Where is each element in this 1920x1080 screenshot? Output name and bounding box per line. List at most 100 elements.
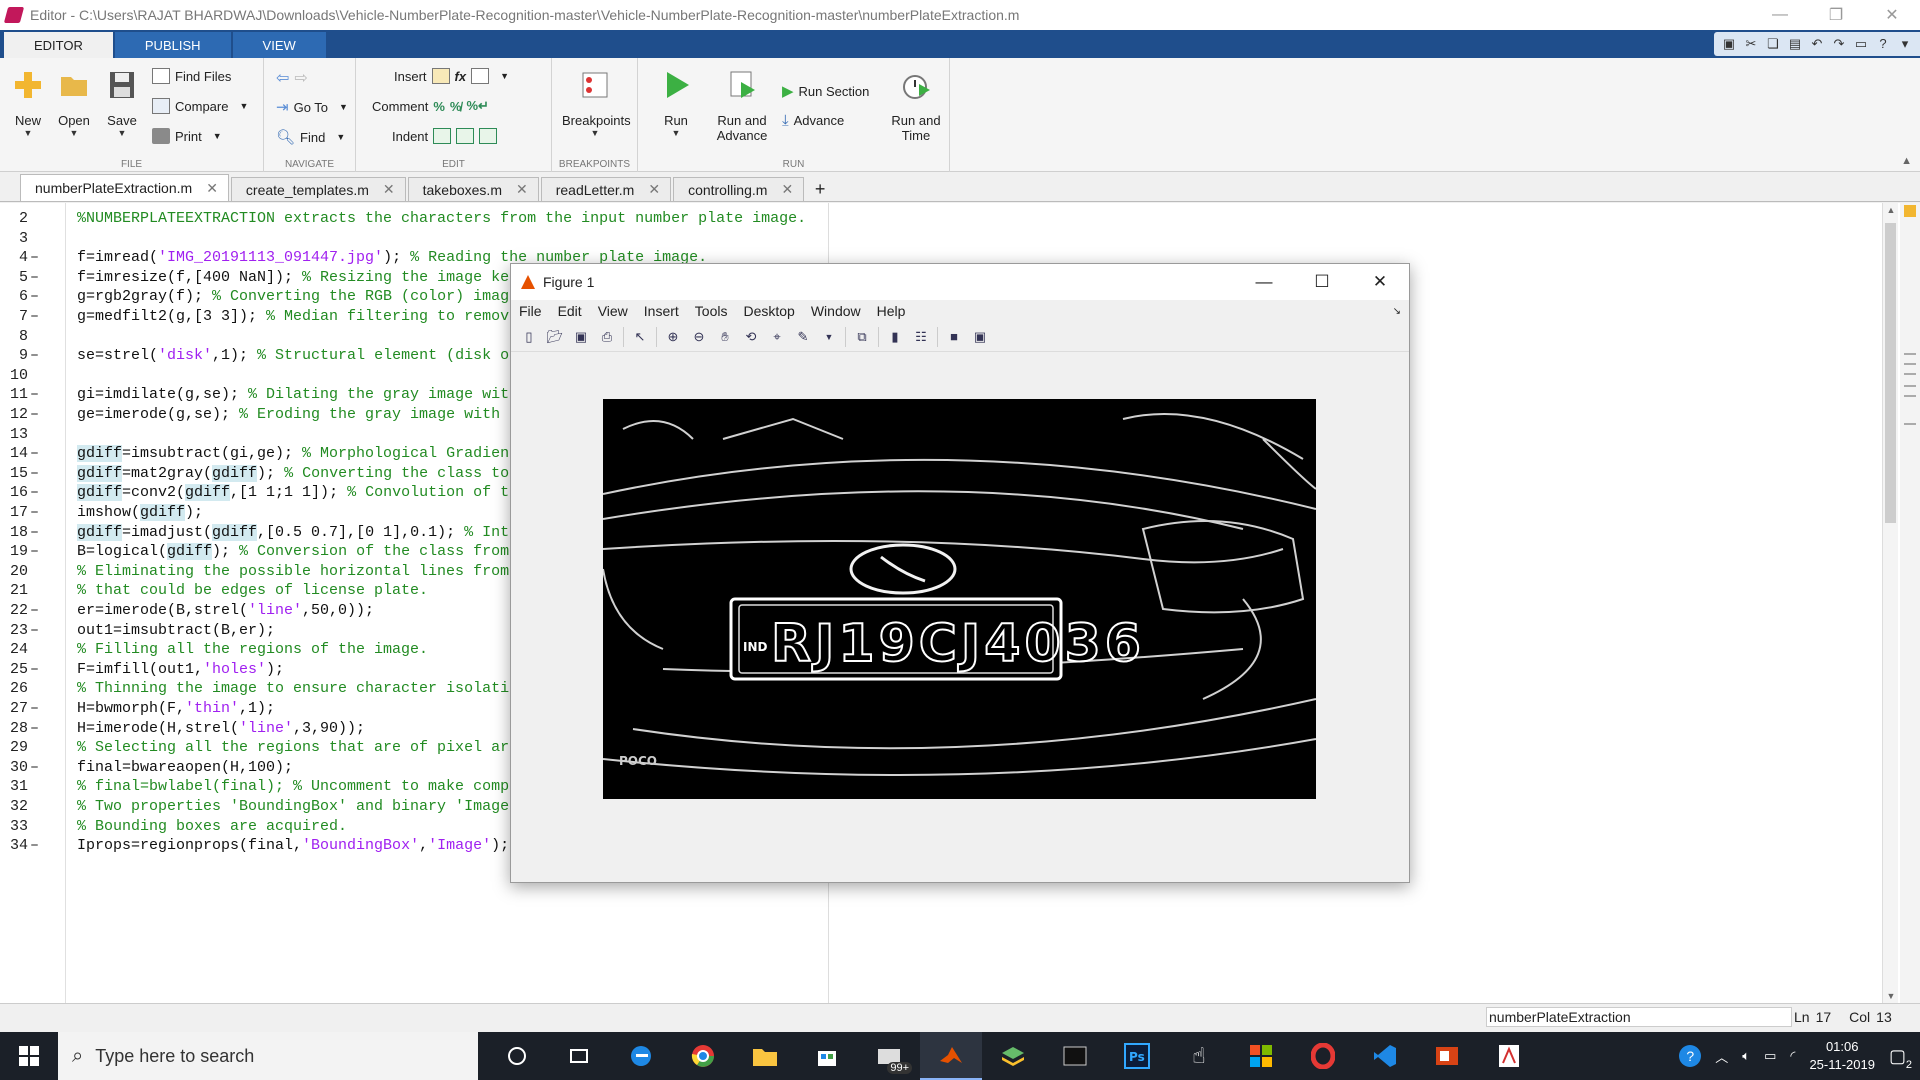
chrome-icon[interactable] <box>672 1032 734 1080</box>
command-prompt-icon[interactable] <box>1044 1032 1106 1080</box>
volume-icon[interactable]: 🔈︎ <box>1742 1048 1750 1064</box>
breakpoint-marker[interactable]: – <box>30 504 42 521</box>
breakpoint-marker[interactable]: – <box>30 406 42 423</box>
code-line[interactable]: % Bounding boxes are acquired. <box>77 818 347 835</box>
rotate-3d-icon[interactable]: ⟲ <box>741 327 761 347</box>
comment-button[interactable]: Comment % %̸ %↵ <box>372 98 489 114</box>
menu-help[interactable]: Help <box>877 303 906 319</box>
battery-icon[interactable]: ▭ <box>1764 1048 1776 1064</box>
undo-icon[interactable]: ↶ <box>1808 35 1826 53</box>
find-button[interactable]: 🔍︎ Find ▼ <box>276 128 345 146</box>
touch-hand-icon[interactable]: ☝︎ <box>1168 1032 1230 1080</box>
breakpoint-marker[interactable]: – <box>30 269 42 286</box>
paste-icon[interactable]: ▤ <box>1786 35 1804 53</box>
clock[interactable]: 01:06 25-11-2019 <box>1809 1038 1875 1074</box>
pointer-icon[interactable]: ↖ <box>630 327 650 347</box>
breakpoint-marker[interactable]: – <box>30 543 42 560</box>
breakpoint-marker[interactable]: – <box>30 249 42 266</box>
switch-windows-icon[interactable]: ▭ <box>1852 35 1870 53</box>
insert-button[interactable]: Insert fx ▼ <box>394 68 509 84</box>
store-icon[interactable] <box>796 1032 858 1080</box>
find-files-button[interactable]: Find Files <box>152 68 231 84</box>
breakpoints-button[interactable]: Breakpoints ▼ <box>562 64 631 138</box>
forward-arrow-icon[interactable]: ⇨ <box>294 68 307 88</box>
tab-editor[interactable]: EDITOR <box>4 32 113 58</box>
layers-app-icon[interactable] <box>982 1032 1044 1080</box>
cut-icon[interactable]: ✂ <box>1742 35 1760 53</box>
code-line[interactable]: % Thinning the image to ensure character… <box>77 680 536 697</box>
code-line[interactable]: gdiff=mat2gray(gdiff); % Converting the … <box>77 464 581 482</box>
code-line[interactable]: % that could be edges of license plate. <box>77 582 428 599</box>
zoom-in-icon[interactable]: ⊕ <box>663 327 683 347</box>
code-line[interactable]: % Filling all the regions of the image. <box>77 641 428 658</box>
wifi-icon[interactable]: ◜ <box>1790 1048 1795 1064</box>
hide-plot-tools-icon[interactable]: ■ <box>944 327 964 347</box>
notification-icon[interactable]: ▢ 2 <box>1889 1046 1912 1071</box>
run-and-time-button[interactable]: Run and Time <box>884 64 948 143</box>
back-arrow-icon[interactable]: ⇦ <box>276 68 289 88</box>
start-button[interactable] <box>0 1032 58 1080</box>
advance-button[interactable]: ⤓ Advance <box>782 112 844 129</box>
code-line[interactable]: Iprops=regionprops(final,'BoundingBox','… <box>77 837 509 854</box>
breakpoint-marker[interactable]: – <box>30 347 42 364</box>
breakpoint-marker[interactable]: – <box>30 602 42 619</box>
wrap-comment-icon[interactable]: %↵ <box>466 98 488 114</box>
cortana-icon[interactable] <box>486 1032 548 1080</box>
breakpoint-marker[interactable]: – <box>30 484 42 501</box>
photoshop-icon[interactable]: Ps <box>1106 1032 1168 1080</box>
code-line[interactable]: er=imerode(B,strel('line',50,0)); <box>77 602 374 619</box>
code-line[interactable]: g=medfilt2(g,[3 3]); % Median filtering … <box>77 308 581 325</box>
indent-button[interactable]: Indent <box>392 128 498 144</box>
breakpoint-marker[interactable]: – <box>30 308 42 325</box>
close-tab-icon[interactable]: ✕ <box>648 181 660 198</box>
link-plot-icon[interactable]: ⧉ <box>852 327 872 347</box>
insert-section-icon[interactable] <box>471 68 490 84</box>
run-button[interactable]: Run ▼ <box>650 64 702 138</box>
new-figure-icon[interactable]: ▯ <box>519 327 539 347</box>
file-tab[interactable]: readLetter.m ✕ <box>540 177 672 201</box>
function-name-field[interactable]: numberPlateExtraction <box>1486 1007 1792 1027</box>
help-icon[interactable]: ? <box>1874 35 1892 53</box>
redo-icon[interactable]: ↷ <box>1830 35 1848 53</box>
zoom-out-icon[interactable]: ⊖ <box>689 327 709 347</box>
opera-icon[interactable] <box>1292 1032 1354 1080</box>
vscode-icon[interactable] <box>1354 1032 1416 1080</box>
help-tray-icon[interactable]: ? <box>1679 1045 1702 1067</box>
figure-window[interactable]: Figure 1 — ☐ ✕ File Edit View Insert Too… <box>510 263 1410 883</box>
brush-icon[interactable]: ✎ <box>793 327 813 347</box>
scroll-up-icon[interactable]: ▲ <box>1883 205 1899 215</box>
warning-indicator-icon[interactable] <box>1904 205 1916 217</box>
acrobat-icon[interactable] <box>1478 1032 1540 1080</box>
print-button[interactable]: Print ▼ <box>152 128 222 144</box>
print-figure-icon[interactable]: ⎙ <box>597 327 617 347</box>
minimize-button[interactable]: — <box>1752 0 1808 30</box>
scrollbar-thumb[interactable] <box>1885 223 1896 523</box>
code-line[interactable]: out1=imsubtract(B,er); <box>77 622 275 639</box>
open-button[interactable]: Open ▼ <box>48 64 100 138</box>
code-line[interactable]: final=bwareaopen(H,100); <box>77 759 293 776</box>
nav-arrows[interactable]: ⇦ ⇨ <box>276 68 308 88</box>
smart-indent-icon[interactable] <box>433 128 452 144</box>
breakpoint-marker[interactable]: – <box>30 837 42 854</box>
breakpoint-marker[interactable]: – <box>30 445 42 462</box>
figure-maximize-button[interactable]: ☐ <box>1293 264 1351 300</box>
tab-view[interactable]: VIEW <box>232 32 326 58</box>
run-and-advance-button[interactable]: Run and Advance <box>710 64 774 143</box>
code-line[interactable]: H=imerode(H,strel('line',3,90)); <box>77 720 365 737</box>
task-view-icon[interactable] <box>548 1032 610 1080</box>
goto-button[interactable]: ⇥ Go To ▼ <box>276 98 348 116</box>
menu-view[interactable]: View <box>598 303 628 319</box>
breakpoint-marker[interactable]: – <box>30 386 42 403</box>
close-tab-icon[interactable]: ✕ <box>781 181 793 198</box>
menu-desktop[interactable]: Desktop <box>743 303 794 319</box>
file-tab[interactable]: controlling.m ✕ <box>673 177 805 201</box>
close-tab-icon[interactable]: ✕ <box>383 181 395 198</box>
tab-publish[interactable]: PUBLISH <box>114 32 231 58</box>
breakpoint-marker[interactable]: – <box>30 700 42 717</box>
file-tab[interactable]: create_templates.m ✕ <box>230 177 406 201</box>
uncomment-icon[interactable]: %̸ <box>450 99 462 114</box>
close-tab-icon[interactable]: ✕ <box>516 181 528 198</box>
menu-insert[interactable]: Insert <box>644 303 679 319</box>
legend-icon[interactable]: ☷ <box>911 327 931 347</box>
powerpoint-icon[interactable] <box>1416 1032 1478 1080</box>
